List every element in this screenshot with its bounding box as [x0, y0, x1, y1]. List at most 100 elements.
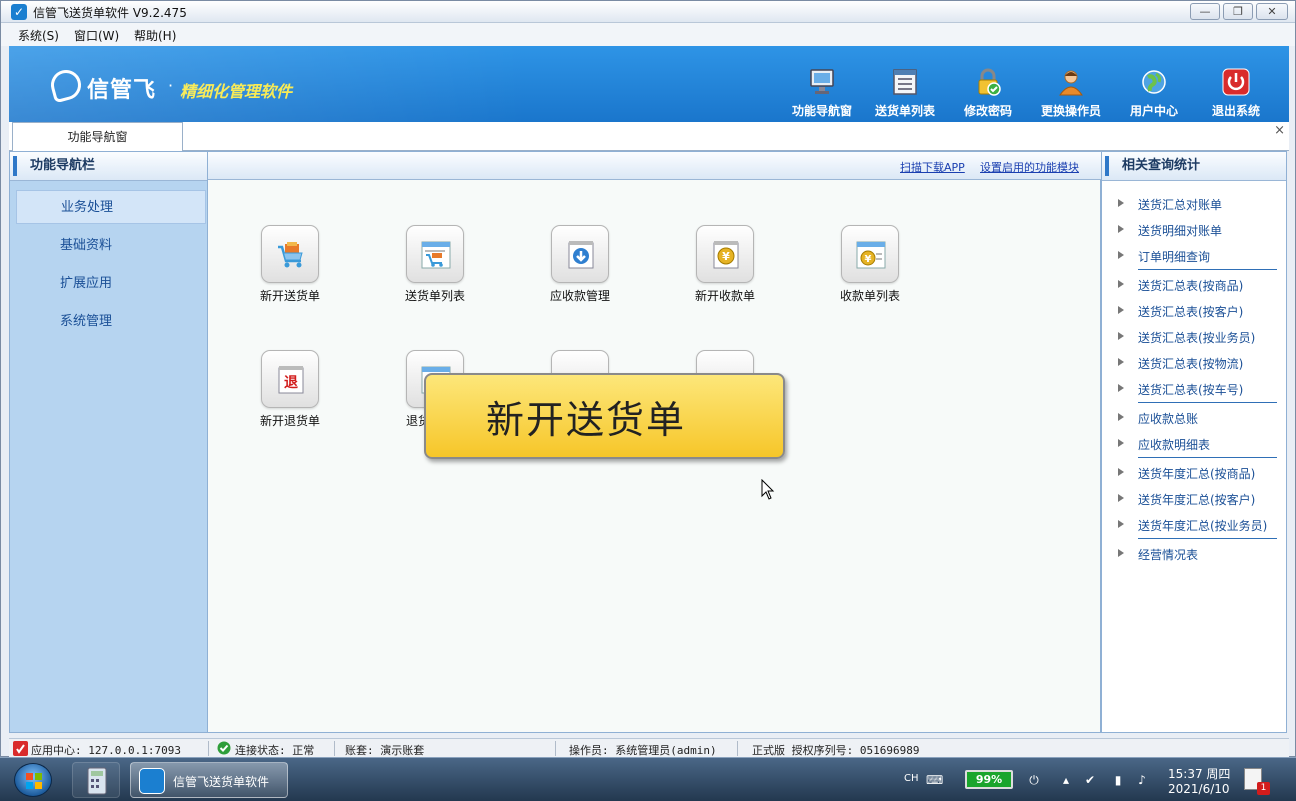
status-bar: 应用中心: 127.0.0.1:7093 连接状态: 正常 账套: 演示账套 操… [9, 738, 1289, 758]
taskbar-calculator-button[interactable] [72, 762, 120, 798]
query-link-label: 应收款明细表 [1138, 438, 1211, 452]
tile-new-delivery[interactable]: 新开送货单 [245, 225, 335, 305]
tab-nav-window[interactable]: 功能导航窗 [12, 122, 183, 151]
close-button[interactable]: ✕ [1256, 3, 1288, 20]
right-query-panel: 相关查询统计 送货汇总对账单 送货明细对账单 订单明细查询 送货汇总表(按商品)… [1101, 151, 1287, 733]
keyboard-icon[interactable]: ⌨ [926, 772, 943, 788]
tile-receipt-list-label: 收款单列表 [839, 289, 900, 303]
taskbar-app-button[interactable]: 信管飞送货单软件 [130, 762, 288, 798]
power-icon [1222, 68, 1250, 96]
query-link-label: 送货明细对账单 [1138, 224, 1223, 238]
status-divider [208, 741, 209, 756]
tile-box [551, 225, 609, 283]
query-link[interactable]: 送货汇总表(按客户) [1118, 303, 1243, 320]
query-link[interactable]: 送货年度汇总(按客户) [1118, 491, 1255, 508]
status-divider [555, 741, 556, 756]
query-link[interactable]: 送货年度汇总(按商品) [1118, 465, 1255, 482]
tile-receipt-list[interactable]: ¥ 收款单列表 [825, 225, 915, 305]
query-link-label: 送货年度汇总(按客户) [1138, 493, 1256, 507]
query-link-label: 送货汇总对账单 [1138, 198, 1223, 212]
window-title: 信管飞送货单软件 V9.2.475 [33, 6, 187, 20]
tile-box: ¥ [841, 225, 899, 283]
toolbar-nav-window-button[interactable]: 功能导航窗 [785, 68, 859, 120]
clock-date[interactable]: 2021/6/10 [1168, 782, 1230, 796]
network-icon[interactable]: ▮ [1110, 772, 1126, 788]
tooltip: 新开送货单 [424, 373, 785, 459]
tile-receivables-label: 应收款管理 [549, 289, 610, 303]
taskbar-app-label: 信管飞送货单软件 [173, 775, 270, 789]
query-link[interactable]: 送货汇总表(按车号) [1118, 381, 1243, 398]
lock-icon [974, 68, 1002, 96]
query-link[interactable]: 送货年度汇总(按业务员) [1118, 517, 1267, 534]
logo-text: 信管飞 [87, 78, 157, 103]
start-button[interactable] [14, 763, 52, 797]
minimize-button[interactable]: — [1190, 3, 1220, 20]
group-divider [1138, 269, 1277, 270]
cart-list-icon [421, 241, 451, 269]
app-logo-icon [139, 768, 165, 794]
calculator-icon [87, 767, 107, 795]
menu-bar: 系统(S) 窗口(W) 帮助(H) [1, 23, 1295, 46]
tile-delivery-list[interactable]: 送货单列表 [390, 225, 480, 305]
yen-note-icon: ¥ [713, 241, 739, 269]
toolbar-delivery-list-label: 送货单列表 [874, 104, 935, 118]
group-divider [1138, 457, 1277, 458]
toolbar-change-password-button[interactable]: 修改密码 [951, 68, 1025, 120]
title-bar[interactable]: ✓ 信管飞送货单软件 V9.2.475 — ❐ ✕ [1, 1, 1295, 23]
tile-box: ¥ [696, 225, 754, 283]
nav-item-basic-data[interactable]: 基础资料 [16, 229, 206, 263]
tab-close-icon[interactable]: × [1274, 123, 1285, 138]
status-divider [737, 741, 738, 756]
query-link[interactable]: 送货汇总对账单 [1118, 196, 1222, 213]
notification-badge: 1 [1257, 782, 1270, 795]
nav-item-extensions[interactable]: 扩展应用 [16, 267, 206, 301]
toolbar-user-center-button[interactable]: 用户中心 [1117, 68, 1191, 120]
windows-logo-icon [26, 773, 42, 789]
nav-item-business[interactable]: 业务处理 [16, 190, 206, 224]
clock-time[interactable]: 15:37 周四 [1168, 765, 1230, 782]
receivable-icon [568, 241, 594, 269]
tile-box [406, 225, 464, 283]
toolbar-switch-operator-button[interactable]: 更换操作员 [1034, 68, 1108, 120]
menu-window[interactable]: 窗口(W) [74, 27, 119, 44]
query-link[interactable]: 经营情况表 [1118, 546, 1198, 563]
toolbar-delivery-list-button[interactable]: 送货单列表 [868, 68, 942, 120]
monitor-icon [808, 68, 836, 96]
toolbar-exit-button[interactable]: 退出系统 [1199, 68, 1273, 120]
tile-receivables[interactable]: 应收款管理 [535, 225, 625, 305]
query-link-label: 经营情况表 [1138, 548, 1199, 562]
taskbar: 信管飞送货单软件 CH ⌨ 99% ⏻ ▴ ✔ ▮ ♪ 15:37 周四 202… [0, 757, 1296, 801]
volume-icon[interactable]: ♪ [1134, 772, 1150, 788]
status-connection: 连接状态: 正常 [235, 744, 315, 757]
query-link[interactable]: 应收款总账 [1118, 410, 1198, 427]
query-link[interactable]: 订单明细查询 [1118, 248, 1210, 265]
tile-new-receipt[interactable]: ¥ 新开收款单 [680, 225, 770, 305]
power-plug-icon[interactable]: ⏻ [1026, 772, 1042, 788]
user-icon [1057, 68, 1085, 96]
query-link[interactable]: 送货汇总表(按物流) [1118, 355, 1243, 372]
toolbar-nav-window-label: 功能导航窗 [791, 104, 852, 118]
show-hidden-icons-icon[interactable]: ▴ [1058, 772, 1074, 788]
tile-new-return[interactable]: 退 新开退货单 [245, 350, 335, 430]
tile-box [261, 225, 319, 283]
language-indicator[interactable]: CH [904, 773, 919, 784]
query-link[interactable]: 送货明细对账单 [1118, 222, 1222, 239]
svg-text:¥: ¥ [865, 254, 872, 265]
module-setup-link[interactable]: 设置启用的功能模块 [980, 159, 1079, 175]
nav-item-system-admin[interactable]: 系统管理 [16, 305, 206, 339]
battery-indicator[interactable]: 99% [965, 770, 1013, 789]
menu-system[interactable]: 系统(S) [18, 27, 59, 44]
maximize-button[interactable]: ❐ [1223, 3, 1253, 20]
query-link[interactable]: 应收款明细表 [1118, 436, 1210, 453]
status-account: 账套: 演示账套 [345, 744, 425, 757]
query-link[interactable]: 送货汇总表(按商品) [1118, 277, 1243, 294]
status-license: 正式版 授权序列号: 051696989 [752, 744, 920, 757]
query-link[interactable]: 送货汇总表(按业务员) [1118, 329, 1255, 346]
query-link-label: 送货汇总表(按客户) [1138, 305, 1244, 319]
menu-help[interactable]: 帮助(H) [134, 27, 176, 44]
security-icon[interactable]: ✔ [1082, 772, 1098, 788]
svg-text:退: 退 [284, 375, 298, 391]
status-divider [334, 741, 335, 756]
tile-delivery-list-label: 送货单列表 [404, 289, 465, 303]
scan-app-link[interactable]: 扫描下载APP [900, 159, 965, 175]
